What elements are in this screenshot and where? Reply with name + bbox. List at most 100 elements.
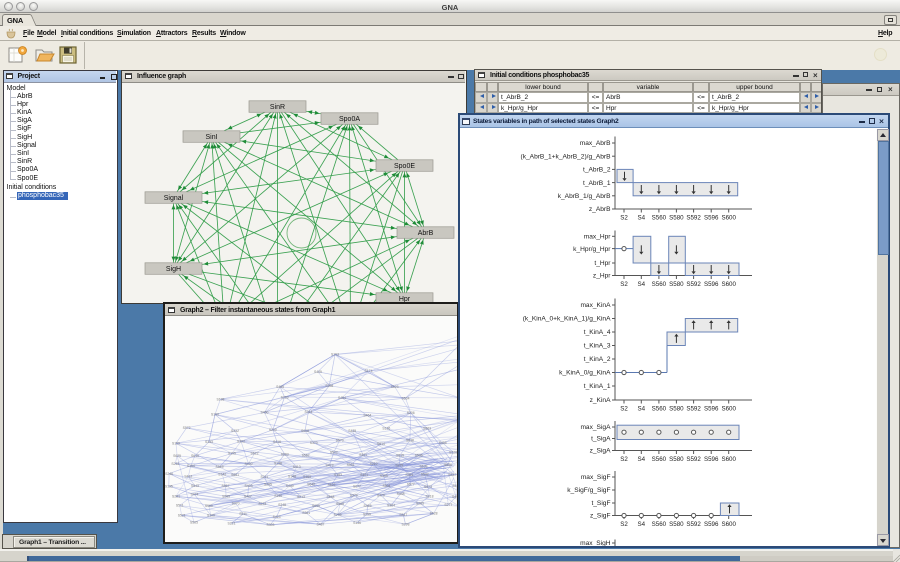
svg-text:S570: S570 (336, 438, 344, 442)
svg-text:S511: S511 (176, 504, 184, 508)
svg-text:S337: S337 (448, 473, 456, 477)
svg-text:S2: S2 (620, 521, 628, 528)
svg-text:S206: S206 (407, 411, 415, 415)
svg-text:S265: S265 (264, 483, 272, 487)
svg-text:S423: S423 (273, 515, 281, 519)
svg-text:k_KinA_0/g_KinA: k_KinA_0/g_KinA (559, 370, 611, 377)
svg-text:S563: S563 (423, 427, 431, 431)
svg-text:S398: S398 (325, 384, 333, 388)
svg-text:S183: S183 (334, 473, 342, 477)
svg-text:S628: S628 (430, 512, 438, 516)
svg-text:S549: S549 (216, 465, 224, 469)
svg-text:S285: S285 (416, 501, 424, 505)
svg-text:S200: S200 (269, 428, 277, 432)
svg-text:S401: S401 (360, 473, 368, 477)
svg-text:S515: S515 (396, 453, 404, 457)
svg-text:S485: S485 (276, 385, 284, 389)
svg-text:S4: S4 (638, 215, 646, 222)
svg-text:S523: S523 (391, 385, 399, 389)
svg-text:S556: S556 (444, 463, 452, 467)
svg-text:S148: S148 (288, 475, 296, 479)
svg-text:S448: S448 (397, 492, 405, 496)
svg-text:S2: S2 (620, 215, 628, 222)
svg-text:S580: S580 (669, 521, 684, 528)
svg-text:S301: S301 (359, 453, 367, 457)
svg-text:max_AbrB: max_AbrB (580, 140, 611, 147)
svg-text:S233: S233 (258, 502, 266, 506)
svg-text:AbrB: AbrB (418, 230, 434, 237)
svg-text:S560: S560 (652, 215, 667, 222)
svg-text:max_SigH: max_SigH (580, 540, 611, 546)
svg-text:S465: S465 (364, 504, 372, 508)
svg-text:S580: S580 (669, 406, 684, 413)
svg-text:S440: S440 (286, 484, 294, 488)
svg-text:S521: S521 (178, 514, 186, 518)
svg-text:S677: S677 (353, 484, 361, 488)
svg-text:S560: S560 (652, 281, 667, 288)
svg-text:S409: S409 (314, 370, 322, 374)
svg-text:S625: S625 (173, 454, 181, 458)
svg-text:k_AbrB_1/g_AbrB: k_AbrB_1/g_AbrB (558, 193, 611, 200)
svg-text:S138: S138 (274, 461, 282, 465)
svg-text:S298: S298 (402, 523, 410, 527)
svg-text:S577: S577 (407, 482, 415, 486)
svg-text:S435: S435 (348, 429, 356, 433)
svg-text:t_SigF: t_SigF (591, 500, 610, 507)
svg-text:S596: S596 (704, 215, 719, 222)
svg-text:S511: S511 (239, 512, 247, 516)
svg-text:t_SigA: t_SigA (591, 436, 611, 443)
svg-text:S600: S600 (721, 406, 736, 413)
svg-text:S622: S622 (327, 483, 335, 487)
svg-text:S190: S190 (211, 413, 219, 417)
svg-text:S218: S218 (426, 495, 434, 499)
svg-text:S4: S4 (638, 456, 646, 463)
svg-text:S164: S164 (187, 464, 195, 468)
svg-text:t_KinA_1: t_KinA_1 (584, 383, 611, 390)
svg-text:S499: S499 (452, 495, 457, 499)
svg-text:S370: S370 (310, 441, 318, 445)
svg-text:S479: S479 (377, 493, 385, 497)
svg-text:S139: S139 (452, 484, 457, 488)
svg-text:S622: S622 (251, 452, 259, 456)
svg-text:S681: S681 (231, 473, 239, 477)
svg-text:S4: S4 (638, 281, 646, 288)
svg-text:Spo0A: Spo0A (339, 116, 360, 123)
svg-text:t_AbrB_1: t_AbrB_1 (583, 180, 611, 187)
svg-text:S596: S596 (704, 456, 719, 463)
svg-text:S592: S592 (686, 215, 701, 222)
svg-text:t_KinA_3: t_KinA_3 (584, 343, 611, 350)
svg-text:S226: S226 (449, 450, 457, 454)
svg-text:z_AbrB: z_AbrB (589, 206, 611, 213)
svg-text:Signal: Signal (164, 195, 184, 202)
svg-text:S136: S136 (353, 521, 361, 525)
svg-text:S614: S614 (377, 442, 385, 446)
svg-text:S600: S600 (721, 521, 736, 528)
svg-text:S2: S2 (620, 406, 628, 413)
svg-text:S522: S522 (330, 451, 338, 455)
svg-text:S427: S427 (244, 495, 252, 499)
svg-text:k_SigF/g_SigF: k_SigF/g_SigF (567, 487, 610, 494)
svg-text:S333: S333 (205, 440, 213, 444)
svg-text:S560: S560 (652, 406, 667, 413)
svg-text:S596: S596 (704, 281, 719, 288)
svg-text:S213: S213 (297, 495, 305, 499)
svg-text:SigH: SigH (166, 266, 181, 273)
svg-text:S454: S454 (338, 396, 346, 400)
svg-text:S136: S136 (382, 426, 390, 430)
svg-text:S370: S370 (232, 501, 240, 505)
svg-text:S450: S450 (260, 411, 268, 415)
svg-text:SinR: SinR (270, 104, 285, 111)
svg-text:max_Hpr: max_Hpr (584, 234, 612, 241)
svg-text:S596: S596 (704, 521, 719, 528)
svg-text:S543: S543 (191, 484, 199, 488)
svg-text:S592: S592 (686, 456, 701, 463)
svg-text:S279: S279 (395, 464, 403, 468)
svg-text:S392: S392 (237, 440, 245, 444)
svg-text:S403: S403 (245, 484, 253, 488)
svg-text:S473: S473 (326, 463, 334, 467)
svg-text:S573: S573 (424, 485, 432, 489)
svg-text:t_KinA_2: t_KinA_2 (584, 356, 611, 363)
svg-text:S413: S413 (293, 465, 301, 469)
svg-text:S592: S592 (686, 281, 701, 288)
svg-text:S277: S277 (444, 503, 452, 507)
